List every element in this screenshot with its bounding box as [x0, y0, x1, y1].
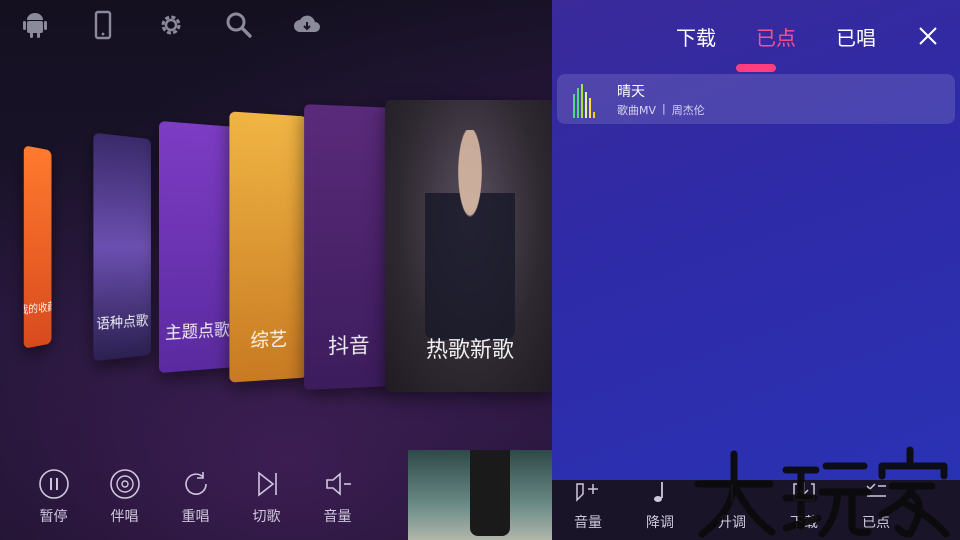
accompaniment-button[interactable]: 伴唱	[89, 468, 160, 526]
now-playing-icon	[573, 84, 597, 118]
song-type: 歌曲MV	[617, 102, 656, 118]
android-icon[interactable]	[18, 8, 52, 42]
card-label: 主题点歌	[165, 316, 230, 344]
card-label: 热歌新歌	[426, 332, 514, 364]
cloud-download-icon[interactable]	[290, 8, 324, 42]
bottom-label: 已点	[862, 512, 890, 532]
active-tab-indicator	[736, 64, 776, 72]
volume-icon	[322, 468, 354, 500]
bottom-label: 降调	[646, 512, 674, 532]
volume-label: 音量	[324, 506, 352, 526]
volume-up-button[interactable]: 音量	[552, 480, 624, 540]
pause-label: 暂停	[40, 506, 68, 526]
card-label: 我的收藏	[24, 298, 52, 319]
pause-button[interactable]: 暂停	[18, 468, 89, 526]
card-favorites[interactable]: 我的收藏	[24, 145, 52, 348]
bottom-label: 音量	[574, 512, 602, 532]
tab-sung[interactable]: 已唱	[816, 22, 896, 51]
song-artist: 周杰伦	[672, 102, 705, 118]
search-icon[interactable]	[222, 8, 256, 42]
video-preview[interactable]	[408, 450, 552, 540]
skip-button[interactable]: 切歌	[231, 468, 302, 526]
lower-key-button[interactable]: 降调	[624, 480, 696, 540]
song-title: 晴天	[617, 81, 645, 101]
video-figure	[470, 450, 510, 536]
singer-image	[425, 130, 515, 340]
download-button[interactable]: 下载	[768, 480, 840, 540]
card-hot-songs[interactable]: 热歌新歌	[385, 100, 555, 392]
volume-up-icon	[573, 480, 603, 504]
song-meta: 歌曲MV | 周杰伦	[617, 102, 705, 118]
gear-icon[interactable]	[154, 8, 188, 42]
music-note-icon	[645, 480, 675, 504]
panel-bottom-controls: 音量 降调 升调 下载 已点	[552, 480, 960, 540]
tab-download[interactable]: 下载	[656, 22, 736, 51]
replay-icon	[180, 468, 212, 500]
meta-separator: |	[662, 102, 666, 118]
card-douyin[interactable]: 抖音	[304, 104, 393, 390]
top-icon-bar	[18, 8, 358, 42]
player-controls: 暂停 伴唱 重唱 切歌 音量	[18, 468, 373, 526]
skip-label: 切歌	[253, 506, 281, 526]
bottom-label: 下载	[790, 512, 818, 532]
card-label: 抖音	[328, 329, 369, 360]
phone-icon[interactable]	[86, 8, 120, 42]
list-check-icon	[861, 480, 891, 504]
music-note-up-icon	[717, 480, 747, 504]
card-variety[interactable]: 综艺	[229, 111, 307, 382]
accompaniment-label: 伴唱	[111, 506, 139, 526]
download-icon	[789, 480, 819, 504]
raise-key-button[interactable]: 升调	[696, 480, 768, 540]
card-label: 语种点歌	[96, 310, 148, 334]
pause-icon	[38, 468, 70, 500]
tab-selected[interactable]: 已点	[736, 22, 816, 51]
close-button[interactable]	[918, 26, 938, 46]
selected-list-button[interactable]: 已点	[840, 480, 912, 540]
card-theme[interactable]: 主题点歌	[159, 121, 235, 373]
skip-next-icon	[251, 468, 283, 500]
disc-icon	[109, 468, 141, 500]
card-label: 综艺	[250, 324, 287, 353]
bottom-label: 升调	[718, 512, 746, 532]
close-icon	[918, 26, 938, 46]
panel-tabs: 下载 已点 已唱	[656, 22, 896, 51]
card-language[interactable]: 语种点歌	[93, 133, 151, 362]
volume-button[interactable]: 音量	[302, 468, 373, 526]
replay-button[interactable]: 重唱	[160, 468, 231, 526]
queue-panel: 下载 已点 已唱 晴天 歌曲MV | 周杰伦	[552, 0, 960, 480]
replay-label: 重唱	[182, 506, 210, 526]
queue-item[interactable]: 晴天 歌曲MV | 周杰伦	[557, 74, 955, 124]
